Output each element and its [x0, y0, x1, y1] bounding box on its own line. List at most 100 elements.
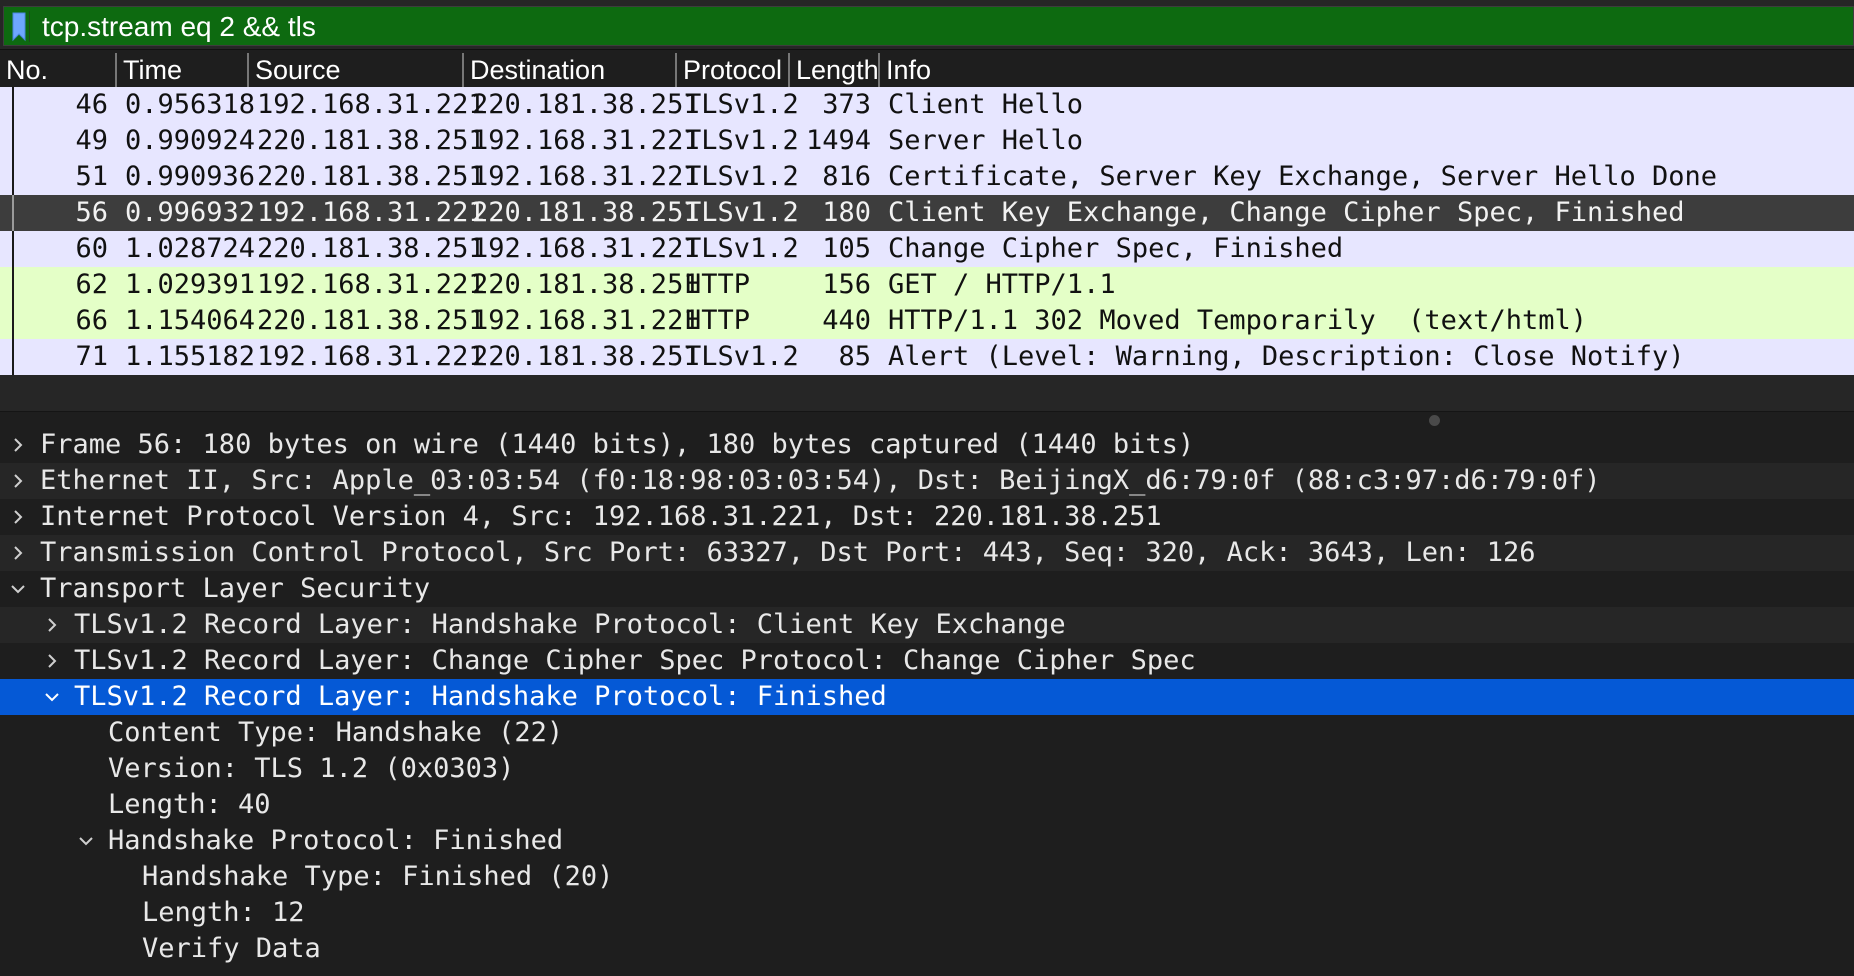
tree-item-label: TLSv1.2 Record Layer: Handshake Protocol… [74, 609, 1066, 640]
packet-row[interactable]: 46 0.956318 192.168.31.221 220.181.38.25… [0, 87, 1854, 123]
tree-item-version[interactable]: Version: TLS 1.2 (0x0303) [0, 751, 1854, 787]
tree-item-label: TLSv1.2 Record Layer: Handshake Protocol… [74, 681, 887, 712]
packet-info: Alert (Level: Warning, Description: Clos… [888, 341, 1685, 372]
packet-length: 1494 [805, 125, 871, 156]
tree-item-frame[interactable]: Frame 56: 180 bytes on wire (1440 bits),… [0, 427, 1854, 463]
packet-protocol: TLSv1.2 [685, 89, 799, 120]
tree-item-verify-data[interactable]: Verify Data [0, 931, 1854, 967]
packet-destination: 192.168.31.221 [472, 305, 700, 336]
packet-info: Certificate, Server Key Exchange, Server… [888, 161, 1718, 192]
packet-row[interactable]: 62 1.029391 192.168.31.221 220.181.38.25… [0, 267, 1854, 303]
tree-item-label: Transmission Control Protocol, Src Port:… [40, 537, 1536, 568]
packet-row[interactable]: 71 1.155182 192.168.31.221 220.181.38.25… [0, 339, 1854, 375]
tree-item-length[interactable]: Length: 40 [0, 787, 1854, 823]
packet-no: 60 [75, 233, 108, 264]
related-packet-indicator [0, 87, 14, 123]
related-packet-indicator [0, 231, 14, 267]
display-filter-input[interactable]: tcp.stream eq 2 && tls [3, 6, 1854, 46]
related-packet-indicator [0, 339, 14, 375]
related-packet-indicator [0, 267, 14, 303]
tree-item-tls-record-finished-selected[interactable]: TLSv1.2 Record Layer: Handshake Protocol… [0, 679, 1854, 715]
packet-protocol: TLSv1.2 [685, 233, 799, 264]
chevron-down-icon[interactable] [43, 688, 61, 706]
packet-no: 71 [75, 341, 108, 372]
tree-item-tls-record-change-cipher-spec[interactable]: TLSv1.2 Record Layer: Change Cipher Spec… [0, 643, 1854, 679]
packet-info: HTTP/1.1 302 Moved Temporarily (text/htm… [888, 305, 1587, 336]
tree-item-label: Ethernet II, Src: Apple_03:03:54 (f0:18:… [40, 465, 1601, 496]
packet-length: 440 [822, 305, 871, 336]
packet-time: 1.155182 [125, 341, 256, 372]
splitter-handle-icon[interactable] [1429, 415, 1440, 426]
tree-item-ethernet[interactable]: Ethernet II, Src: Apple_03:03:54 (f0:18:… [0, 463, 1854, 499]
packet-source: 192.168.31.221 [257, 269, 485, 300]
chevron-right-icon[interactable] [9, 508, 27, 526]
pane-splitter[interactable] [0, 411, 1854, 426]
tree-item-content-type[interactable]: Content Type: Handshake (22) [0, 715, 1854, 751]
packet-length: 373 [822, 89, 871, 120]
tree-item-handshake-type[interactable]: Handshake Type: Finished (20) [0, 859, 1854, 895]
chevron-down-icon[interactable] [77, 832, 95, 850]
packet-source: 220.181.38.251 [257, 161, 485, 192]
chevron-right-icon[interactable] [9, 544, 27, 562]
tree-item-label: Handshake Protocol: Finished [108, 825, 564, 856]
packet-length: 180 [822, 197, 871, 228]
chevron-right-icon[interactable] [9, 472, 27, 490]
packet-destination: 192.168.31.221 [472, 233, 700, 264]
tree-item-handshake-length[interactable]: Length: 12 [0, 895, 1854, 931]
packet-info: Server Hello [888, 125, 1084, 156]
packet-destination: 220.181.38.251 [472, 341, 700, 372]
packet-info: Change Cipher Spec, Finished [888, 233, 1344, 264]
column-header-info[interactable]: Info [878, 53, 1278, 87]
column-header-source[interactable]: Source [247, 53, 463, 87]
packet-row[interactable]: 66 1.154064 220.181.38.251 192.168.31.22… [0, 303, 1854, 339]
packet-length: 156 [822, 269, 871, 300]
column-header-time[interactable]: Time [115, 53, 247, 87]
tree-item-tls-record-client-key-exchange[interactable]: TLSv1.2 Record Layer: Handshake Protocol… [0, 607, 1854, 643]
packet-protocol: HTTP [685, 305, 751, 336]
packet-no: 62 [75, 269, 108, 300]
tree-item-label: Verify Data [142, 933, 321, 964]
tree-item-label: Length: 12 [142, 897, 305, 928]
related-packet-indicator [0, 195, 14, 231]
packet-no: 66 [75, 305, 108, 336]
packet-no: 56 [75, 197, 108, 228]
packet-length: 816 [822, 161, 871, 192]
packet-no: 49 [75, 125, 108, 156]
packet-time: 1.028724 [125, 233, 256, 264]
packet-destination: 220.181.38.251 [472, 89, 700, 120]
packet-row[interactable]: 51 0.990936 220.181.38.251 192.168.31.22… [0, 159, 1854, 195]
tree-item-label: Content Type: Handshake (22) [108, 717, 564, 748]
packet-source: 192.168.31.221 [257, 197, 485, 228]
packet-row-selected[interactable]: 56 0.996932 192.168.31.221 220.181.38.25… [0, 195, 1854, 231]
tree-item-handshake-protocol[interactable]: Handshake Protocol: Finished [0, 823, 1854, 859]
packet-row[interactable]: 49 0.990924 220.181.38.251 192.168.31.22… [0, 123, 1854, 159]
packet-list-empty-area [0, 375, 1854, 411]
tree-item-label: Frame 56: 180 bytes on wire (1440 bits),… [40, 429, 1195, 460]
packet-destination: 220.181.38.251 [472, 197, 700, 228]
chevron-right-icon[interactable] [43, 652, 61, 670]
chevron-right-icon[interactable] [9, 436, 27, 454]
packet-time: 1.029391 [125, 269, 256, 300]
packet-time: 0.996932 [125, 197, 256, 228]
packet-length: 105 [822, 233, 871, 264]
packet-length: 85 [838, 341, 871, 372]
column-header-length[interactable]: Length [788, 53, 879, 87]
filter-bookmark-icon[interactable] [9, 11, 30, 42]
packet-protocol: TLSv1.2 [685, 125, 799, 156]
tree-item-tls[interactable]: Transport Layer Security [0, 571, 1854, 607]
chevron-right-icon[interactable] [43, 616, 61, 634]
related-packet-indicator [0, 159, 14, 195]
tree-item-tcp[interactable]: Transmission Control Protocol, Src Port:… [0, 535, 1854, 571]
packet-row[interactable]: 60 1.028724 220.181.38.251 192.168.31.22… [0, 231, 1854, 267]
tree-item-label: Length: 40 [108, 789, 271, 820]
column-header-no[interactable]: No. [0, 53, 114, 87]
column-header-destination[interactable]: Destination [462, 53, 676, 87]
chevron-down-icon[interactable] [9, 580, 27, 598]
tree-item-label: Transport Layer Security [40, 573, 431, 604]
packet-time: 0.990936 [125, 161, 256, 192]
packet-list-header: No. Time Source Destination Protocol Len… [0, 53, 1854, 87]
tree-item-label: Handshake Type: Finished (20) [142, 861, 614, 892]
column-header-protocol[interactable]: Protocol [675, 53, 789, 87]
tree-item-ipv4[interactable]: Internet Protocol Version 4, Src: 192.16… [0, 499, 1854, 535]
packet-destination: 220.181.38.251 [472, 269, 700, 300]
